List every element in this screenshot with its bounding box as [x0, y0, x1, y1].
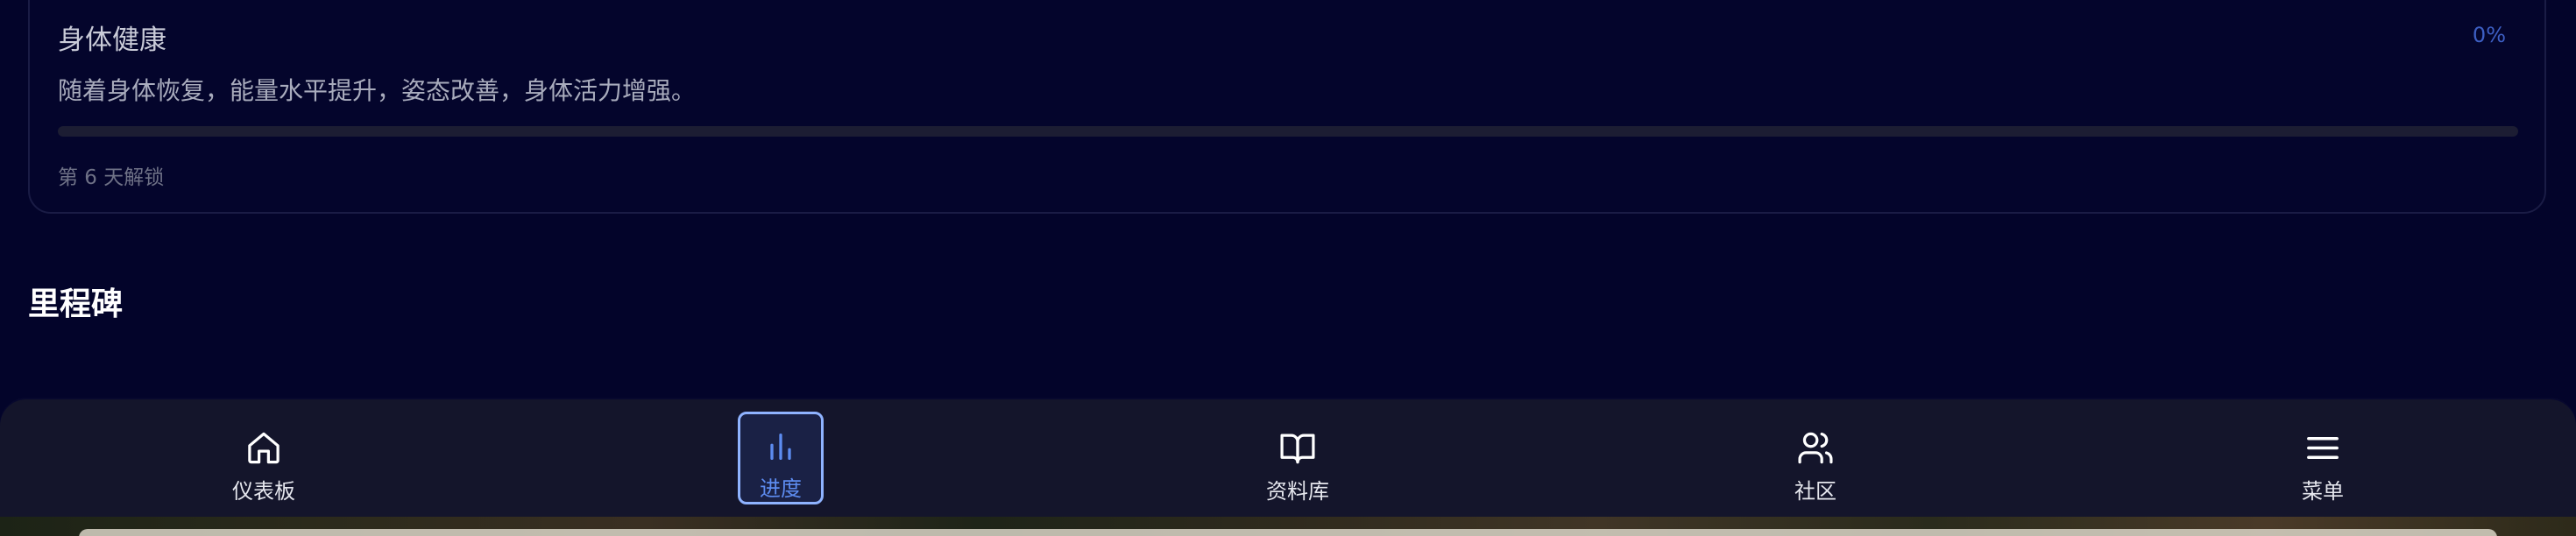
card-title: 身体健康: [58, 25, 166, 56]
progress-card-physical-health[interactable]: [28, 0, 2546, 214]
nav-item-progress[interactable]: 进度: [738, 412, 824, 504]
home-icon: [248, 432, 280, 464]
bottom-sheet-edge: [79, 529, 2497, 536]
nav-label: 进度: [760, 476, 802, 501]
nav-item-menu[interactable]: 菜单: [2253, 412, 2393, 504]
nav-label: 资料库: [1266, 479, 1329, 504]
card-percent: 0%: [2472, 23, 2506, 47]
milestones-section-title: 里程碑: [28, 286, 124, 322]
card-description: 随着身体恢复，能量水平提升，姿态改善，身体活力增强。: [58, 76, 697, 105]
nav-label: 菜单: [2302, 479, 2344, 504]
bar-chart-icon: [770, 434, 791, 460]
nav-item-community[interactable]: 社区: [1745, 412, 1886, 504]
open-book-icon: [1280, 434, 1315, 464]
unlock-text: 第 6 天解锁: [58, 166, 165, 189]
nav-label: 社区: [1794, 479, 1836, 504]
users-icon: [1798, 432, 1833, 464]
nav-item-library[interactable]: 资料库: [1228, 412, 1368, 504]
nav-item-dashboard[interactable]: 仪表板: [194, 412, 334, 504]
progress-bar: [58, 126, 2518, 137]
nav-label: 仪表板: [232, 479, 295, 504]
bottom-navigation-bar: 仪表板 进度 资料库 社区 菜单: [0, 399, 2576, 517]
progress-page: 身体健康 0% 随着身体恢复，能量水平提升，姿态改善，身体活力增强。 第 6 天…: [0, 0, 2576, 536]
menu-icon: [2307, 436, 2339, 460]
